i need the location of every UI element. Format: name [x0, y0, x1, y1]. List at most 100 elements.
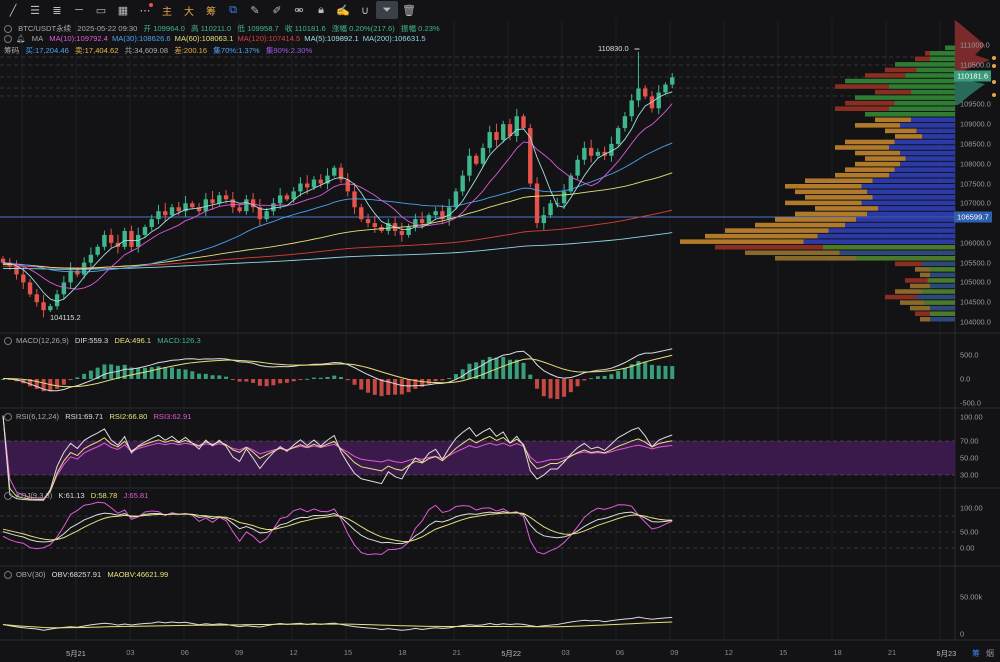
volume-profile-bar	[817, 233, 955, 239]
low-value: 低 109958.7	[237, 24, 279, 33]
chips-90: 集90%:2.30%	[265, 46, 313, 55]
macd-dif: DIF:559.3	[74, 336, 109, 345]
candle-body	[305, 183, 310, 188]
candle-body	[521, 116, 526, 129]
candle-body	[291, 191, 296, 200]
candle-body	[108, 234, 114, 243]
chips-toggle-button[interactable]: 筹	[972, 648, 980, 659]
alert-marker-icon	[992, 93, 996, 97]
candle-body	[528, 128, 533, 184]
obv-axis-label: 50.00k	[960, 592, 983, 602]
macd-histogram-bar	[75, 377, 80, 379]
macd-histogram-bar	[271, 379, 276, 386]
macd-histogram-bar	[251, 379, 256, 383]
macd-histogram-bar	[649, 364, 654, 379]
macd-histogram-bar	[170, 367, 174, 379]
collapse-icon[interactable]	[4, 571, 12, 579]
chart-canvas[interactable]	[0, 0, 1000, 662]
volume-profile-bar	[828, 228, 955, 233]
volume-profile-bar	[805, 178, 873, 183]
volume-profile-bar	[916, 128, 955, 134]
price-axis-label: 106000.0	[960, 238, 991, 248]
volume-profile-bar	[815, 206, 878, 211]
candle-body	[622, 116, 628, 129]
volume-profile-bar	[922, 134, 955, 139]
volume-profile-bar	[930, 311, 955, 316]
time-axis-label: 21	[452, 648, 461, 657]
volume-profile-bar	[885, 67, 917, 73]
obv-legend: OBV(30) OBV:68257.91 MAOBV:46621.99	[4, 570, 172, 579]
time-axis-label: 06	[615, 648, 625, 657]
collapse-icon[interactable]	[4, 337, 12, 345]
volume-profile-bar	[865, 73, 906, 78]
macd-histogram-bar	[210, 375, 215, 379]
candle-body	[88, 254, 94, 263]
macd-histogram-bar	[426, 379, 431, 384]
macd-histogram-bar	[589, 378, 594, 380]
macd-axis-label: -500.0	[960, 398, 981, 408]
macd-histogram-bar	[61, 379, 66, 385]
kdj-axis-label: 50.00	[960, 527, 979, 537]
heatmap-toggle-button[interactable]: 烟	[986, 648, 994, 659]
volume-profile-bar	[924, 300, 955, 305]
candle-body	[419, 219, 425, 224]
rsi-axis-label: 50.00	[960, 453, 979, 463]
macd-histogram-bar	[115, 365, 120, 379]
candle-body	[575, 159, 580, 176]
candle-body	[277, 195, 283, 204]
alert-marker-icon	[992, 56, 996, 60]
macd-histogram-bar	[393, 379, 398, 395]
volume-profile-bar	[895, 261, 922, 267]
macd-histogram-bar	[379, 379, 384, 397]
candle-body	[129, 230, 134, 247]
macd-histogram-bar	[460, 369, 465, 379]
time-axis-label: 21	[887, 648, 897, 657]
chips-legend: 筹码 买:17,204.46 卖:17,404.62 共:34,609.08 差…	[4, 45, 316, 56]
candle-body	[169, 207, 175, 216]
close-value: 收 110181.6	[284, 24, 326, 33]
macd-histogram-bar	[433, 379, 438, 382]
candle-body	[54, 294, 60, 307]
open-value: 开 109964.0	[143, 24, 185, 33]
volume-profile-bar	[900, 161, 955, 167]
collapse-icon[interactable]	[4, 413, 12, 421]
candle-body	[588, 147, 594, 156]
bell-icon[interactable]: 🔔︎	[16, 34, 26, 43]
volume-profile-bar	[900, 123, 955, 128]
macd-axis-label: 0.0	[960, 374, 971, 384]
price-axis-label: 104500.0	[960, 297, 991, 307]
volume-profile-bar	[920, 272, 930, 278]
candle-body	[264, 211, 269, 220]
macd-histogram-bar	[562, 379, 567, 397]
volume-profile-bar	[845, 78, 895, 84]
macd-histogram-bar	[237, 379, 242, 382]
high-annotation: 110830.0	[598, 44, 629, 53]
candle-body	[487, 132, 492, 148]
candle-body	[548, 203, 553, 216]
collapse-icon[interactable]	[4, 25, 12, 33]
volume-profile-bar	[805, 195, 873, 200]
candle-body	[399, 230, 405, 235]
macd-histogram-bar	[257, 379, 262, 386]
high-value: 高 110211.0	[191, 24, 232, 33]
collapse-icon[interactable]	[4, 35, 12, 43]
candle-body	[372, 223, 377, 228]
volume-profile-bar	[920, 316, 930, 322]
volume-profile-bar	[930, 316, 955, 322]
candle-body	[365, 219, 371, 224]
candle-body	[629, 100, 634, 117]
volume-profile-bar	[894, 100, 955, 106]
rsi2: RSI2:66.80	[109, 412, 148, 421]
candle-body	[561, 191, 567, 204]
candle-body	[223, 195, 229, 200]
collapse-icon[interactable]	[4, 492, 12, 500]
volume-profile-bar	[715, 244, 823, 250]
macd-histogram-bar	[55, 379, 60, 389]
volume-profile-bar	[795, 189, 867, 195]
candle-body	[298, 183, 303, 192]
macd-histogram-bar	[109, 364, 114, 379]
macd-histogram-bar	[325, 376, 330, 379]
macd-histogram-bar	[548, 379, 553, 399]
volume-profile-bar	[889, 106, 955, 111]
candle-body	[0, 258, 6, 263]
